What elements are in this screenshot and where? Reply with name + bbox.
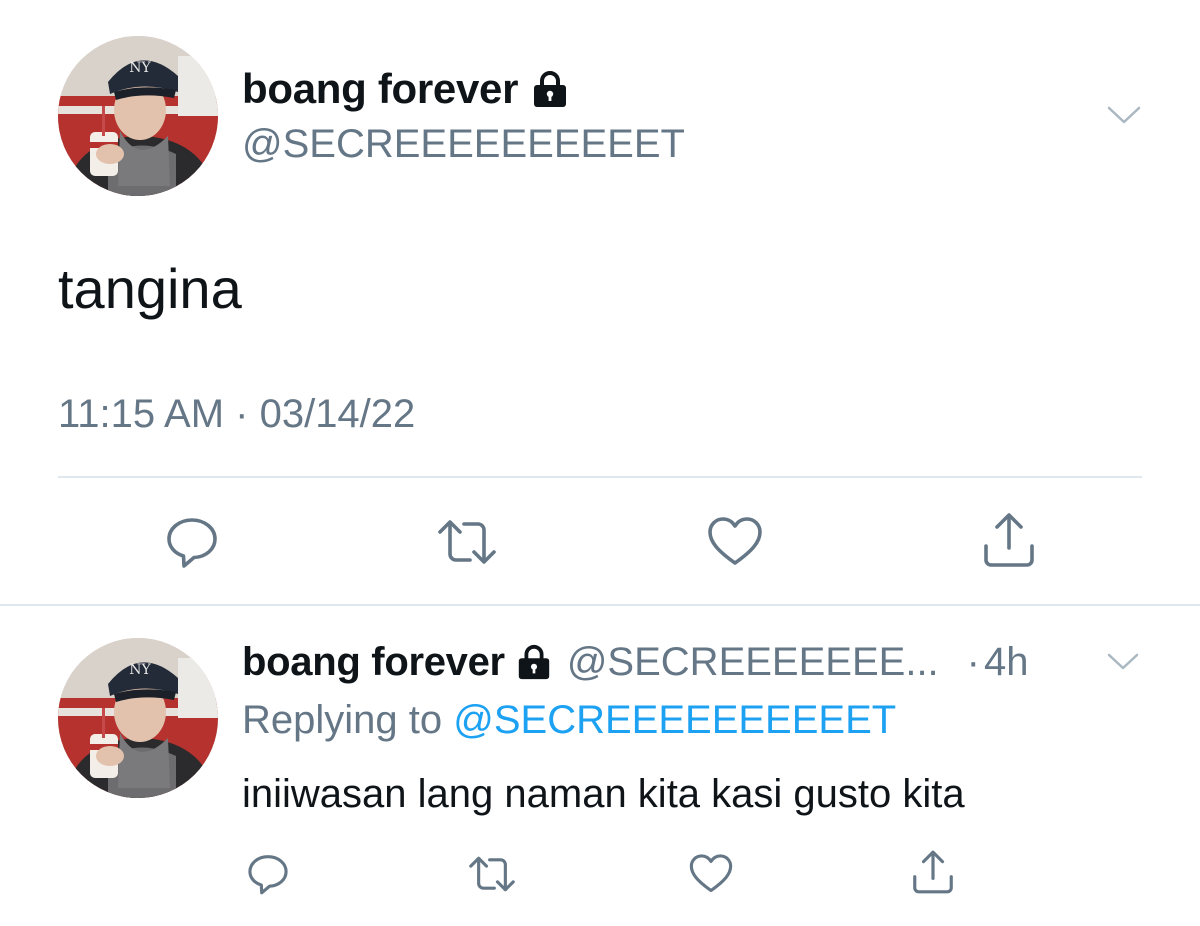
handle[interactable]: @SECREEEEEEE... bbox=[567, 640, 939, 685]
share-icon[interactable] bbox=[980, 510, 1038, 570]
main-tweet: NY boang forever @SECREEEEEEEEEET tangin… bbox=[0, 0, 1200, 604]
like-icon[interactable] bbox=[688, 852, 734, 896]
divider bbox=[0, 604, 1200, 606]
replying-to-label: Replying to bbox=[242, 698, 454, 742]
display-name[interactable]: boang forever bbox=[242, 640, 505, 685]
chevron-down-icon[interactable] bbox=[1106, 648, 1140, 674]
chevron-down-icon[interactable] bbox=[1106, 100, 1142, 128]
divider bbox=[58, 476, 1142, 478]
retweet-icon[interactable] bbox=[466, 852, 518, 896]
reply-icon[interactable] bbox=[164, 514, 220, 570]
retweet-icon[interactable] bbox=[436, 514, 498, 570]
lock-icon bbox=[530, 69, 570, 109]
tweet-thread-screen: NY boang forever @SECREEEEEEEEEET tangin… bbox=[0, 0, 1200, 926]
display-name[interactable]: boang forever bbox=[242, 65, 518, 113]
like-icon[interactable] bbox=[706, 514, 764, 570]
tweet-text: iniiwasan lang naman kita kasi gusto kit… bbox=[242, 772, 965, 816]
replying-to-line: Replying to @SECREEEEEEEEEET bbox=[242, 698, 896, 743]
svg-text:NY: NY bbox=[129, 662, 151, 678]
reply-icon[interactable] bbox=[246, 852, 290, 896]
reply-author-row: boang forever @SECREEEEEEE... · 4h bbox=[242, 638, 1029, 686]
tweet-relative-time[interactable]: 4h bbox=[984, 640, 1029, 685]
replying-to-mention[interactable]: @SECREEEEEEEEEET bbox=[453, 698, 896, 742]
tweet-text: tangina bbox=[58, 257, 242, 320]
avatar[interactable]: NY bbox=[58, 638, 218, 798]
separator-dot: · bbox=[966, 639, 980, 684]
main-author-row: boang forever bbox=[242, 65, 570, 113]
lock-icon bbox=[515, 643, 553, 681]
avatar[interactable]: NY bbox=[58, 36, 218, 196]
svg-text:NY: NY bbox=[129, 60, 151, 76]
tweet-timestamp[interactable]: 11:15 AM · 03/14/22 bbox=[58, 392, 415, 437]
share-icon[interactable] bbox=[910, 848, 956, 896]
handle[interactable]: @SECREEEEEEEEEET bbox=[242, 122, 685, 167]
